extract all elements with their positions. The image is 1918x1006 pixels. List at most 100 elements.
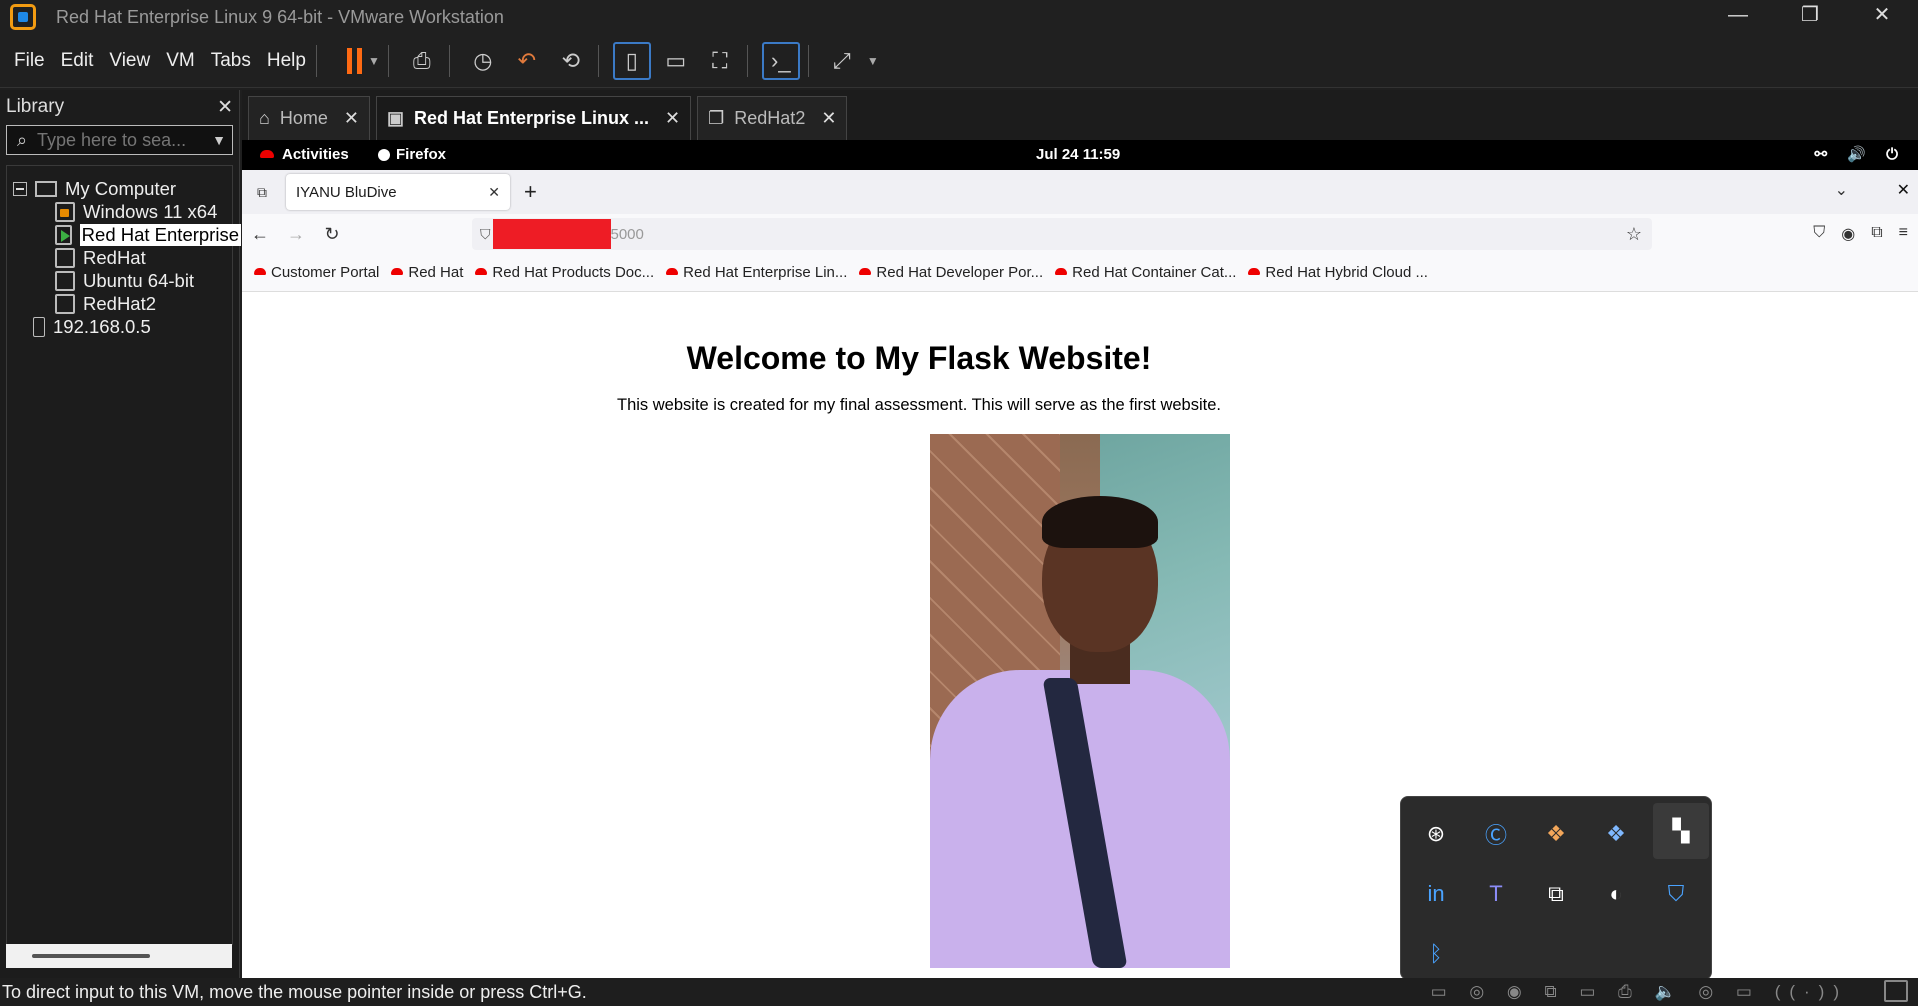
- library-scrollbar[interactable]: [6, 944, 232, 968]
- console-view-icon[interactable]: ›_: [761, 41, 800, 80]
- vm-running-icon: [55, 225, 72, 245]
- collapse-icon[interactable]: [13, 182, 27, 196]
- vm-icon: ❐: [708, 108, 725, 128]
- stretch-dropdown-icon[interactable]: ▼: [867, 54, 879, 68]
- menu-toolbar: File Edit View VM Tabs Help ▼ ⎙ ◷ ↶ ⟲ ▯ …: [0, 34, 1918, 88]
- bookmark-item[interactable]: Customer Portal: [254, 264, 379, 281]
- show-library-icon[interactable]: ▯: [612, 41, 651, 80]
- tab-overflow-chevron-icon[interactable]: ⌄: [1835, 180, 1848, 200]
- teams-icon[interactable]: T: [1473, 871, 1519, 917]
- library-tree: My Computer Windows 11 x64 Red Hat Enter…: [6, 165, 241, 945]
- bookmark-item[interactable]: Red Hat Products Doc...: [475, 264, 654, 281]
- url-bar[interactable]: ⛉ 5000 ☆: [472, 218, 1652, 250]
- system-tray-icons[interactable]: ⚯ 🔊 ⏻: [1815, 145, 1906, 163]
- hamburger-menu-icon[interactable]: ≡: [1899, 224, 1908, 244]
- photo-hair: [1042, 496, 1158, 548]
- close-tab-icon[interactable]: ✕: [821, 108, 836, 129]
- reload-icon[interactable]: ↻: [314, 224, 350, 245]
- window-title: Red Hat Enterprise Linux 9 64-bit - VMwa…: [56, 6, 504, 27]
- redhat-icon: [1055, 268, 1068, 275]
- full-screen-icon[interactable]: ⛶: [701, 42, 739, 80]
- bookmark-item[interactable]: Red Hat: [391, 264, 463, 281]
- activities-button[interactable]: Activities: [260, 146, 349, 163]
- bookmark-label: Red Hat: [408, 264, 464, 281]
- bookmark-item[interactable]: Red Hat Enterprise Lin...: [666, 264, 847, 281]
- browser-tab[interactable]: IYANU BluDive ✕: [286, 174, 510, 210]
- new-tab-button[interactable]: +: [524, 179, 537, 205]
- redhat-icon: [391, 268, 404, 275]
- menu-edit[interactable]: Edit: [61, 50, 94, 72]
- account-icon[interactable]: ◉: [1841, 224, 1855, 244]
- firefox-icon: [378, 148, 390, 161]
- snapshot-manager-icon[interactable]: ⟲: [552, 42, 590, 80]
- library-search-input[interactable]: [37, 129, 206, 151]
- toolbar-divider: [448, 44, 450, 77]
- maximize-button[interactable]: ❐: [1774, 0, 1846, 34]
- shield-icon: ⛉: [480, 225, 491, 242]
- redhat-icon: [666, 268, 679, 275]
- library-search: ⌕ ▼: [6, 125, 233, 155]
- send-ctrl-alt-del-icon[interactable]: ⎙: [403, 42, 441, 80]
- menu-tabs[interactable]: Tabs: [211, 50, 251, 72]
- toolbar-divider: [746, 44, 748, 77]
- app-grid-icon[interactable]: ▚: [1653, 803, 1709, 859]
- close-browser-tab-icon[interactable]: ✕: [488, 184, 500, 201]
- bookmark-star-icon[interactable]: ☆: [1626, 224, 1642, 245]
- clock[interactable]: Jul 24 11:59: [1036, 146, 1120, 163]
- close-tab-icon[interactable]: ✕: [665, 108, 680, 129]
- menu-vm[interactable]: VM: [166, 50, 195, 72]
- tree-item-remote-host[interactable]: 192.168.0.5: [33, 314, 151, 340]
- bookmark-item[interactable]: Red Hat Hybrid Cloud ...: [1248, 264, 1428, 281]
- thumbnail-bar-icon[interactable]: ▭: [657, 42, 695, 80]
- copilot-m365-icon[interactable]: ❖: [1593, 811, 1639, 857]
- firefox-app-menu[interactable]: Firefox: [378, 146, 446, 163]
- tab-redhat2[interactable]: ❐ RedHat2 ✕: [697, 96, 848, 140]
- pause-vm-button[interactable]: [346, 47, 362, 74]
- toolbar-divider: [807, 44, 809, 77]
- library-close-button[interactable]: ✕: [217, 96, 233, 119]
- menu-file[interactable]: File: [14, 50, 45, 72]
- tab-home[interactable]: ⌂ Home ✕: [248, 96, 370, 140]
- revert-snapshot-icon[interactable]: ↶: [508, 42, 546, 80]
- extensions-icon[interactable]: ⧉: [1871, 224, 1882, 244]
- scrollbar-thumb[interactable]: [32, 954, 150, 958]
- computer-icon: [35, 181, 57, 197]
- device-status-icons[interactable]: ▭ ◎ ◉ ⧉ ▭ ⎙ 🔈 ◎ ▭ ((·)): [1431, 982, 1848, 1002]
- tab-list-icon[interactable]: ⧉: [242, 184, 282, 201]
- menu-help[interactable]: Help: [267, 50, 306, 72]
- vmware-logo-icon: [10, 4, 36, 30]
- defender-shield-icon[interactable]: ⛉: [1653, 871, 1699, 917]
- power-dropdown-icon[interactable]: ▼: [368, 54, 380, 68]
- redhat-icon: [859, 268, 872, 275]
- ccleaner-icon[interactable]: Ⓒ: [1473, 811, 1519, 857]
- close-window-button[interactable]: ✕: [1846, 0, 1918, 34]
- bookmark-item[interactable]: Red Hat Developer Por...: [859, 264, 1043, 281]
- tab-rhel[interactable]: ▣ Red Hat Enterprise Linux ... ✕: [375, 96, 692, 140]
- close-firefox-icon[interactable]: ✕: [1897, 180, 1910, 200]
- norton-icon[interactable]: ◐: [1593, 871, 1639, 917]
- profile-photo: [930, 434, 1230, 968]
- forward-icon[interactable]: →: [278, 224, 314, 245]
- library-panel: Library ✕ ⌕ ▼ My Computer Windows 11 x64…: [0, 90, 241, 978]
- minimize-button[interactable]: —: [1702, 0, 1774, 34]
- bookmark-label: Red Hat Container Cat...: [1072, 264, 1237, 281]
- redhat-icon: [475, 268, 488, 275]
- snapshot-icon[interactable]: ◷: [464, 42, 502, 80]
- message-log-icon[interactable]: [1884, 980, 1908, 1002]
- menu-view[interactable]: View: [109, 50, 150, 72]
- linkedin-icon[interactable]: in: [1413, 871, 1459, 917]
- pocket-icon[interactable]: ⛉: [1813, 224, 1825, 244]
- bookmark-label: Customer Portal: [271, 264, 380, 281]
- copilot-icon[interactable]: ❖: [1533, 811, 1579, 857]
- search-dropdown-icon[interactable]: ▼: [206, 132, 232, 148]
- bluetooth-icon[interactable]: ᛒ: [1413, 931, 1459, 977]
- stretch-guest-icon[interactable]: ⤢: [823, 42, 861, 80]
- vmware-tray-icon[interactable]: ⧉: [1533, 871, 1579, 917]
- pause-icon: [346, 47, 352, 74]
- toolbar-divider: [597, 44, 599, 77]
- chatgpt-icon[interactable]: ⊛: [1413, 811, 1459, 857]
- bookmark-item[interactable]: Red Hat Container Cat...: [1055, 264, 1236, 281]
- gnome-top-bar: Activities Firefox Jul 24 11:59 ⚯ 🔊 ⏻: [242, 140, 1918, 170]
- back-icon[interactable]: ←: [242, 224, 278, 245]
- close-tab-icon[interactable]: ✕: [344, 108, 359, 129]
